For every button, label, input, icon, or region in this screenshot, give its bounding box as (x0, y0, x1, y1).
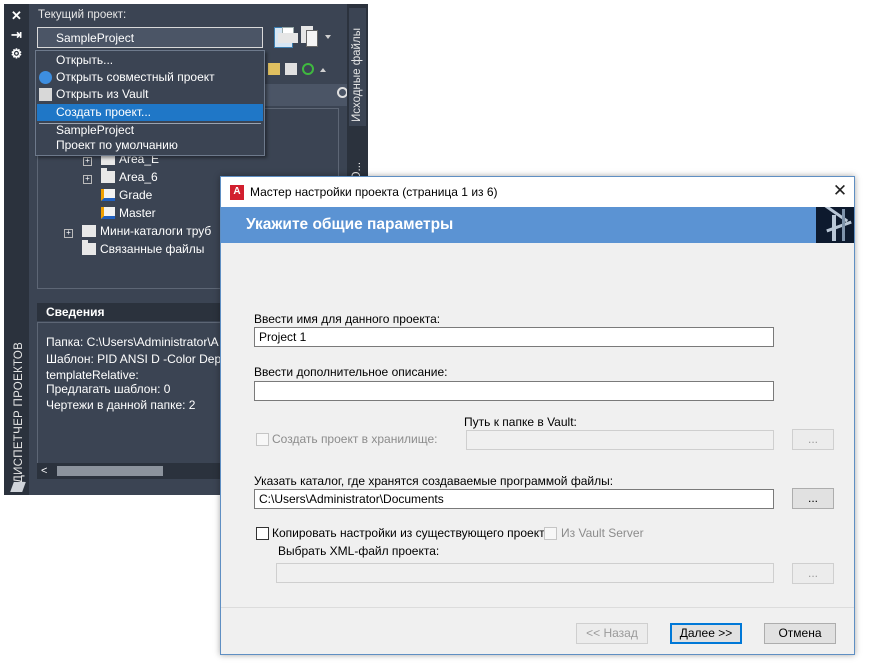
folder-browse-button[interactable]: ... (792, 488, 834, 509)
project-dropdown-menu: Открыть... Открыть совместный проект Отк… (35, 50, 265, 156)
create-in-vault-label: Создать проект в хранилище: (272, 432, 438, 446)
palette-title-strip: ✕ ⇥ ⚙ ДИСПЕТЧЕР ПРОЕКТОВ (4, 4, 29, 495)
folder-icon (82, 240, 96, 255)
expand-icon[interactable]: + (83, 175, 92, 184)
project-setup-wizard: A Мастер настройки проекта (страница 1 и… (220, 176, 855, 655)
pages-dropdown-icon[interactable] (325, 35, 331, 39)
drawing-icon (101, 207, 115, 219)
vault-browse-button[interactable]: ... (792, 429, 834, 450)
back-button[interactable]: << Назад (576, 623, 648, 644)
detail-line-template: Шаблон: PID ANSI D -Color Dep (46, 352, 222, 366)
footer-divider (221, 607, 854, 608)
grid-icon[interactable] (285, 63, 297, 75)
scroll-thumb[interactable] (57, 466, 163, 476)
menu-item-open[interactable]: Открыть... (37, 52, 263, 69)
tree-item-linked-files[interactable]: Связанные файлы (82, 240, 204, 256)
tree-item-master[interactable]: Master (101, 206, 156, 220)
xml-file-field[interactable] (276, 563, 774, 583)
detail-line-drawings-count: Чертежи в данной папке: 2 (46, 398, 196, 412)
menu-item-default-project[interactable]: Проект по умолчанию (37, 137, 263, 154)
pen-icon (10, 482, 26, 492)
tree-item-grade[interactable]: Grade (101, 188, 152, 202)
vault-icon (39, 88, 52, 101)
catalog-icon (82, 225, 96, 237)
current-project-label: Текущий проект: (38, 9, 127, 21)
tree-item-area-6[interactable]: Area_6 (101, 168, 158, 184)
xml-file-label: Выбрать XML-файл проекта: (278, 544, 440, 558)
menu-item-open-from-vault[interactable]: Открыть из Vault (37, 86, 263, 103)
project-name-field[interactable]: Project 1 (254, 327, 774, 347)
refresh-icon[interactable] (302, 63, 314, 75)
menu-item-open-shared[interactable]: Открыть совместный проект (37, 69, 263, 86)
close-icon[interactable]: ✕ (832, 182, 848, 200)
header-graphic-image (816, 207, 854, 243)
pages-icon[interactable] (301, 26, 323, 48)
detail-line-folder: Папка: C:\Users\Administrator\A (46, 335, 219, 349)
description-label: Ввести дополнительное описание: (254, 365, 448, 379)
expand-icon[interactable]: + (83, 157, 92, 166)
tree-item-pipe-catalogs[interactable]: Мини-каталоги труб (82, 224, 211, 238)
scroll-left-icon[interactable]: < (41, 465, 47, 477)
copy-settings-checkbox[interactable] (256, 527, 269, 540)
next-button[interactable]: Далее >> (670, 623, 742, 644)
properties-icon[interactable]: ⚙ (8, 47, 25, 61)
create-in-vault-checkbox[interactable] (256, 433, 269, 446)
from-vault-server-label: Из Vault Server (561, 526, 644, 540)
copy-settings-label: Копировать настройки из существующего пр… (272, 526, 552, 540)
auto-hide-icon[interactable]: ⇥ (8, 28, 25, 42)
collapse-icon[interactable] (320, 68, 326, 72)
drawing-icon (101, 189, 115, 201)
folder-label: Указать каталог, где хранятся создаваемы… (254, 474, 614, 488)
menu-item-create-project[interactable]: Создать проект... (37, 104, 263, 121)
project-name-label: Ввести имя для данного проекта: (254, 312, 441, 326)
close-palette-icon[interactable]: ✕ (8, 9, 25, 23)
printer-icon[interactable] (278, 27, 298, 47)
current-project-value: SampleProject (56, 31, 135, 45)
wizard-header: Укажите общие параметры (221, 207, 854, 243)
dialog-title: Мастер настройки проекта (страница 1 из … (250, 185, 498, 199)
cancel-button[interactable]: Отмена (764, 623, 836, 644)
from-vault-server-checkbox[interactable] (544, 527, 557, 540)
tree-toolbar (268, 62, 332, 78)
dialog-titlebar[interactable]: A Мастер настройки проекта (страница 1 и… (221, 177, 854, 207)
wizard-heading: Укажите общие параметры (246, 216, 454, 233)
folder-field[interactable]: C:\Users\Administrator\Documents (254, 489, 774, 509)
vault-path-label: Путь к папке в Vault: (464, 415, 577, 429)
xml-browse-button[interactable]: ... (792, 563, 834, 584)
description-field[interactable] (254, 381, 774, 401)
star-icon[interactable] (268, 63, 280, 75)
folder-icon (101, 168, 115, 183)
current-project-combo[interactable]: SampleProject (37, 27, 263, 48)
app-icon: A (230, 185, 244, 200)
tab-source-files-label: Исходные файлы (351, 28, 363, 122)
detail-line-template-relative: templateRelative: (46, 368, 139, 382)
detail-line-suggest-template: Предлагать шаблон: 0 (46, 382, 171, 396)
palette-title: ДИСПЕТЧЕР ПРОЕКТОВ (13, 341, 25, 483)
expand-icon[interactable]: + (64, 229, 73, 238)
vault-path-field[interactable] (466, 430, 774, 450)
shared-project-icon (39, 71, 52, 84)
